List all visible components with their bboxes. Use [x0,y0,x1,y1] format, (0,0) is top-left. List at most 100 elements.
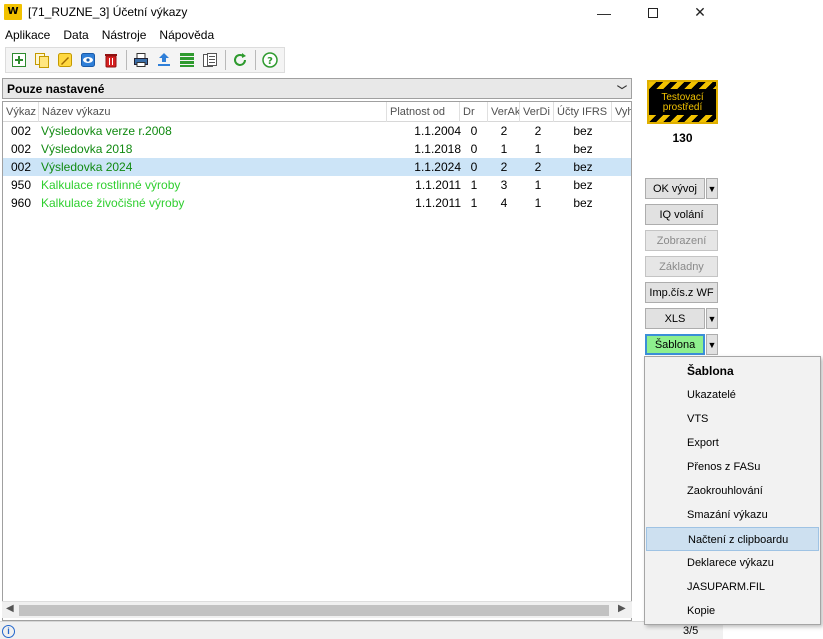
cell-kod: 950 [11,178,32,192]
cell-verdi: 2 [534,124,542,138]
test-environment-badge: Testovací prostředí [647,80,718,124]
close-button[interactable]: ✕ [677,0,723,25]
refresh-button[interactable] [229,49,251,71]
column-header-verdi[interactable]: VerDi [520,102,554,122]
scrollbar-thumb[interactable] [19,605,609,616]
table-header: Výkaz Název výkazu Platnost od Dr VerAk … [3,102,631,122]
minimize-button[interactable]: — [581,0,627,25]
zakladny-button[interactable]: Základny [645,256,718,277]
copy-button[interactable] [31,49,53,71]
view-icon [81,53,95,67]
menu-item-sablona[interactable]: Šablona [646,359,819,383]
scroll-left-icon[interactable]: ◀ [6,603,14,614]
record-count: 130 [672,131,693,145]
menu-item-vts[interactable]: VTS [646,407,819,431]
title-bar: W [71_RUZNE_3] Účetní výkazy — ✕ [0,0,723,25]
cell-ucty: bez [573,142,593,156]
sablona-dropdown-arrow[interactable]: ▼ [706,334,718,355]
table-row[interactable]: 960 Kalkulace živočišné výroby 1.1.2011 … [3,194,631,212]
column-header-ucty[interactable]: Účty IFRS [554,102,612,122]
refresh-icon [234,53,246,66]
zobrazeni-button[interactable]: Zobrazení [645,230,718,251]
status-page-counter: 3/5 [683,625,699,637]
menu-item-nacteni-z-clipboardu[interactable]: Načtení z clipboardu [646,527,819,551]
column-header-verak[interactable]: VerAk [488,102,520,122]
column-header-nazev[interactable]: Název výkazu [39,102,387,122]
ok-vyvoj-dropdown-arrow[interactable]: ▼ [706,178,718,199]
cell-ucty: bez [573,124,593,138]
menu-item-prenos-z-fasu[interactable]: Přenos z FASu [646,455,819,479]
horizontal-scrollbar[interactable]: ◀ ▶ [2,601,632,618]
print-button[interactable] [130,49,152,71]
help-button[interactable]: ? [259,49,281,71]
export-icon [158,53,170,66]
menu-napoveda[interactable]: Nápověda [159,28,214,42]
menu-item-jasuparm[interactable]: JASUPARM.FIL [646,575,819,599]
cell-dr: 0 [470,142,478,156]
column-header-platnost[interactable]: Platnost od [387,102,460,122]
menu-nastroje[interactable]: Nástroje [102,28,147,42]
cell-verdi: 1 [534,178,542,192]
cell-dr: 1 [470,178,478,192]
report-icon [203,53,217,67]
chevron-down-icon: ﹀ [617,86,627,97]
iq-volani-button[interactable]: IQ volání [645,204,718,225]
menu-aplikace[interactable]: Aplikace [5,28,50,42]
cell-dr: 1 [470,196,478,210]
table-row[interactable]: 950 Kalkulace rostlinné výroby 1.1.2011 … [3,176,631,194]
report-button[interactable] [199,49,221,71]
menu-item-deklarace-vykazu[interactable]: Deklarece výkazu [646,551,819,575]
sablona-button[interactable]: Šablona [645,334,705,355]
column-header-dr[interactable]: Dr [460,102,488,122]
menu-item-smazani-vykazu[interactable]: Smazání výkazu [646,503,819,527]
add-button[interactable] [8,49,30,71]
cell-ucty: bez [573,160,593,174]
reports-table: Výkaz Název výkazu Platnost od Dr VerAk … [2,101,632,621]
maximize-button[interactable] [630,0,676,25]
maximize-icon [648,7,658,18]
column-header-vykaz[interactable]: Výkaz [3,102,39,122]
ok-vyvoj-button[interactable]: OK vývoj [645,178,705,199]
export-button[interactable] [153,49,175,71]
menu-data[interactable]: Data [63,28,88,42]
cell-verdi: 1 [534,142,542,156]
imp-cis-wf-button[interactable]: Imp.čís.z WF [645,282,718,303]
menu-item-zaokrouhlovani[interactable]: Zaokrouhlování [646,479,819,503]
edit-button[interactable] [54,49,76,71]
list-button[interactable] [176,49,198,71]
table-row[interactable]: 002 Výsledovka verze r.2008 1.1.2004 0 2… [3,122,631,140]
xls-button[interactable]: XLS [645,308,705,329]
svg-text:?: ? [267,56,273,67]
cell-ucty: bez [573,196,593,210]
table-row-selected[interactable]: 002 Výsledovka 2024 1.1.2024 0 2 2 bez [3,158,631,176]
scroll-right-icon[interactable]: ▶ [618,603,626,614]
delete-button[interactable] [100,49,122,71]
column-header-vyh[interactable]: Vyh [612,102,631,122]
info-icon: i [2,625,15,638]
env-label-line2: prostředí [662,102,703,113]
menu-item-kopie[interactable]: Kopie [646,599,819,623]
print-icon [134,53,148,67]
menu-item-ukazatele[interactable]: Ukazatelé [646,383,819,407]
table-row[interactable]: 002 Výsledovka 2018 1.1.2018 0 1 1 bez [3,140,631,158]
cell-kod: 002 [11,142,32,156]
cell-kod: 002 [11,160,32,174]
help-icon: ? [262,52,278,68]
cell-verak: 1 [500,142,508,156]
menu-bar: Aplikace Data Nástroje Nápověda [0,25,723,45]
view-button[interactable] [77,49,99,71]
menu-item-export[interactable]: Export [646,431,819,455]
cell-nazev: Výsledovka 2024 [41,160,133,174]
cell-platnost: 1.1.2004 [414,124,461,138]
hazard-stripes [649,82,716,89]
toolbar: ? [5,47,285,73]
edit-icon [58,53,72,67]
delete-icon [105,54,117,68]
cell-verak: 2 [500,124,508,138]
add-icon [12,53,26,67]
sablona-dropdown-menu: Šablona Ukazatelé VTS Export Přenos z FA… [644,356,821,625]
filter-select[interactable]: Pouze nastavené ﹀ [2,78,632,99]
xls-dropdown-arrow[interactable]: ▼ [706,308,718,329]
cell-platnost: 1.1.2024 [414,160,461,174]
window-title: [71_RUZNE_3] Účetní výkazy [28,5,188,19]
